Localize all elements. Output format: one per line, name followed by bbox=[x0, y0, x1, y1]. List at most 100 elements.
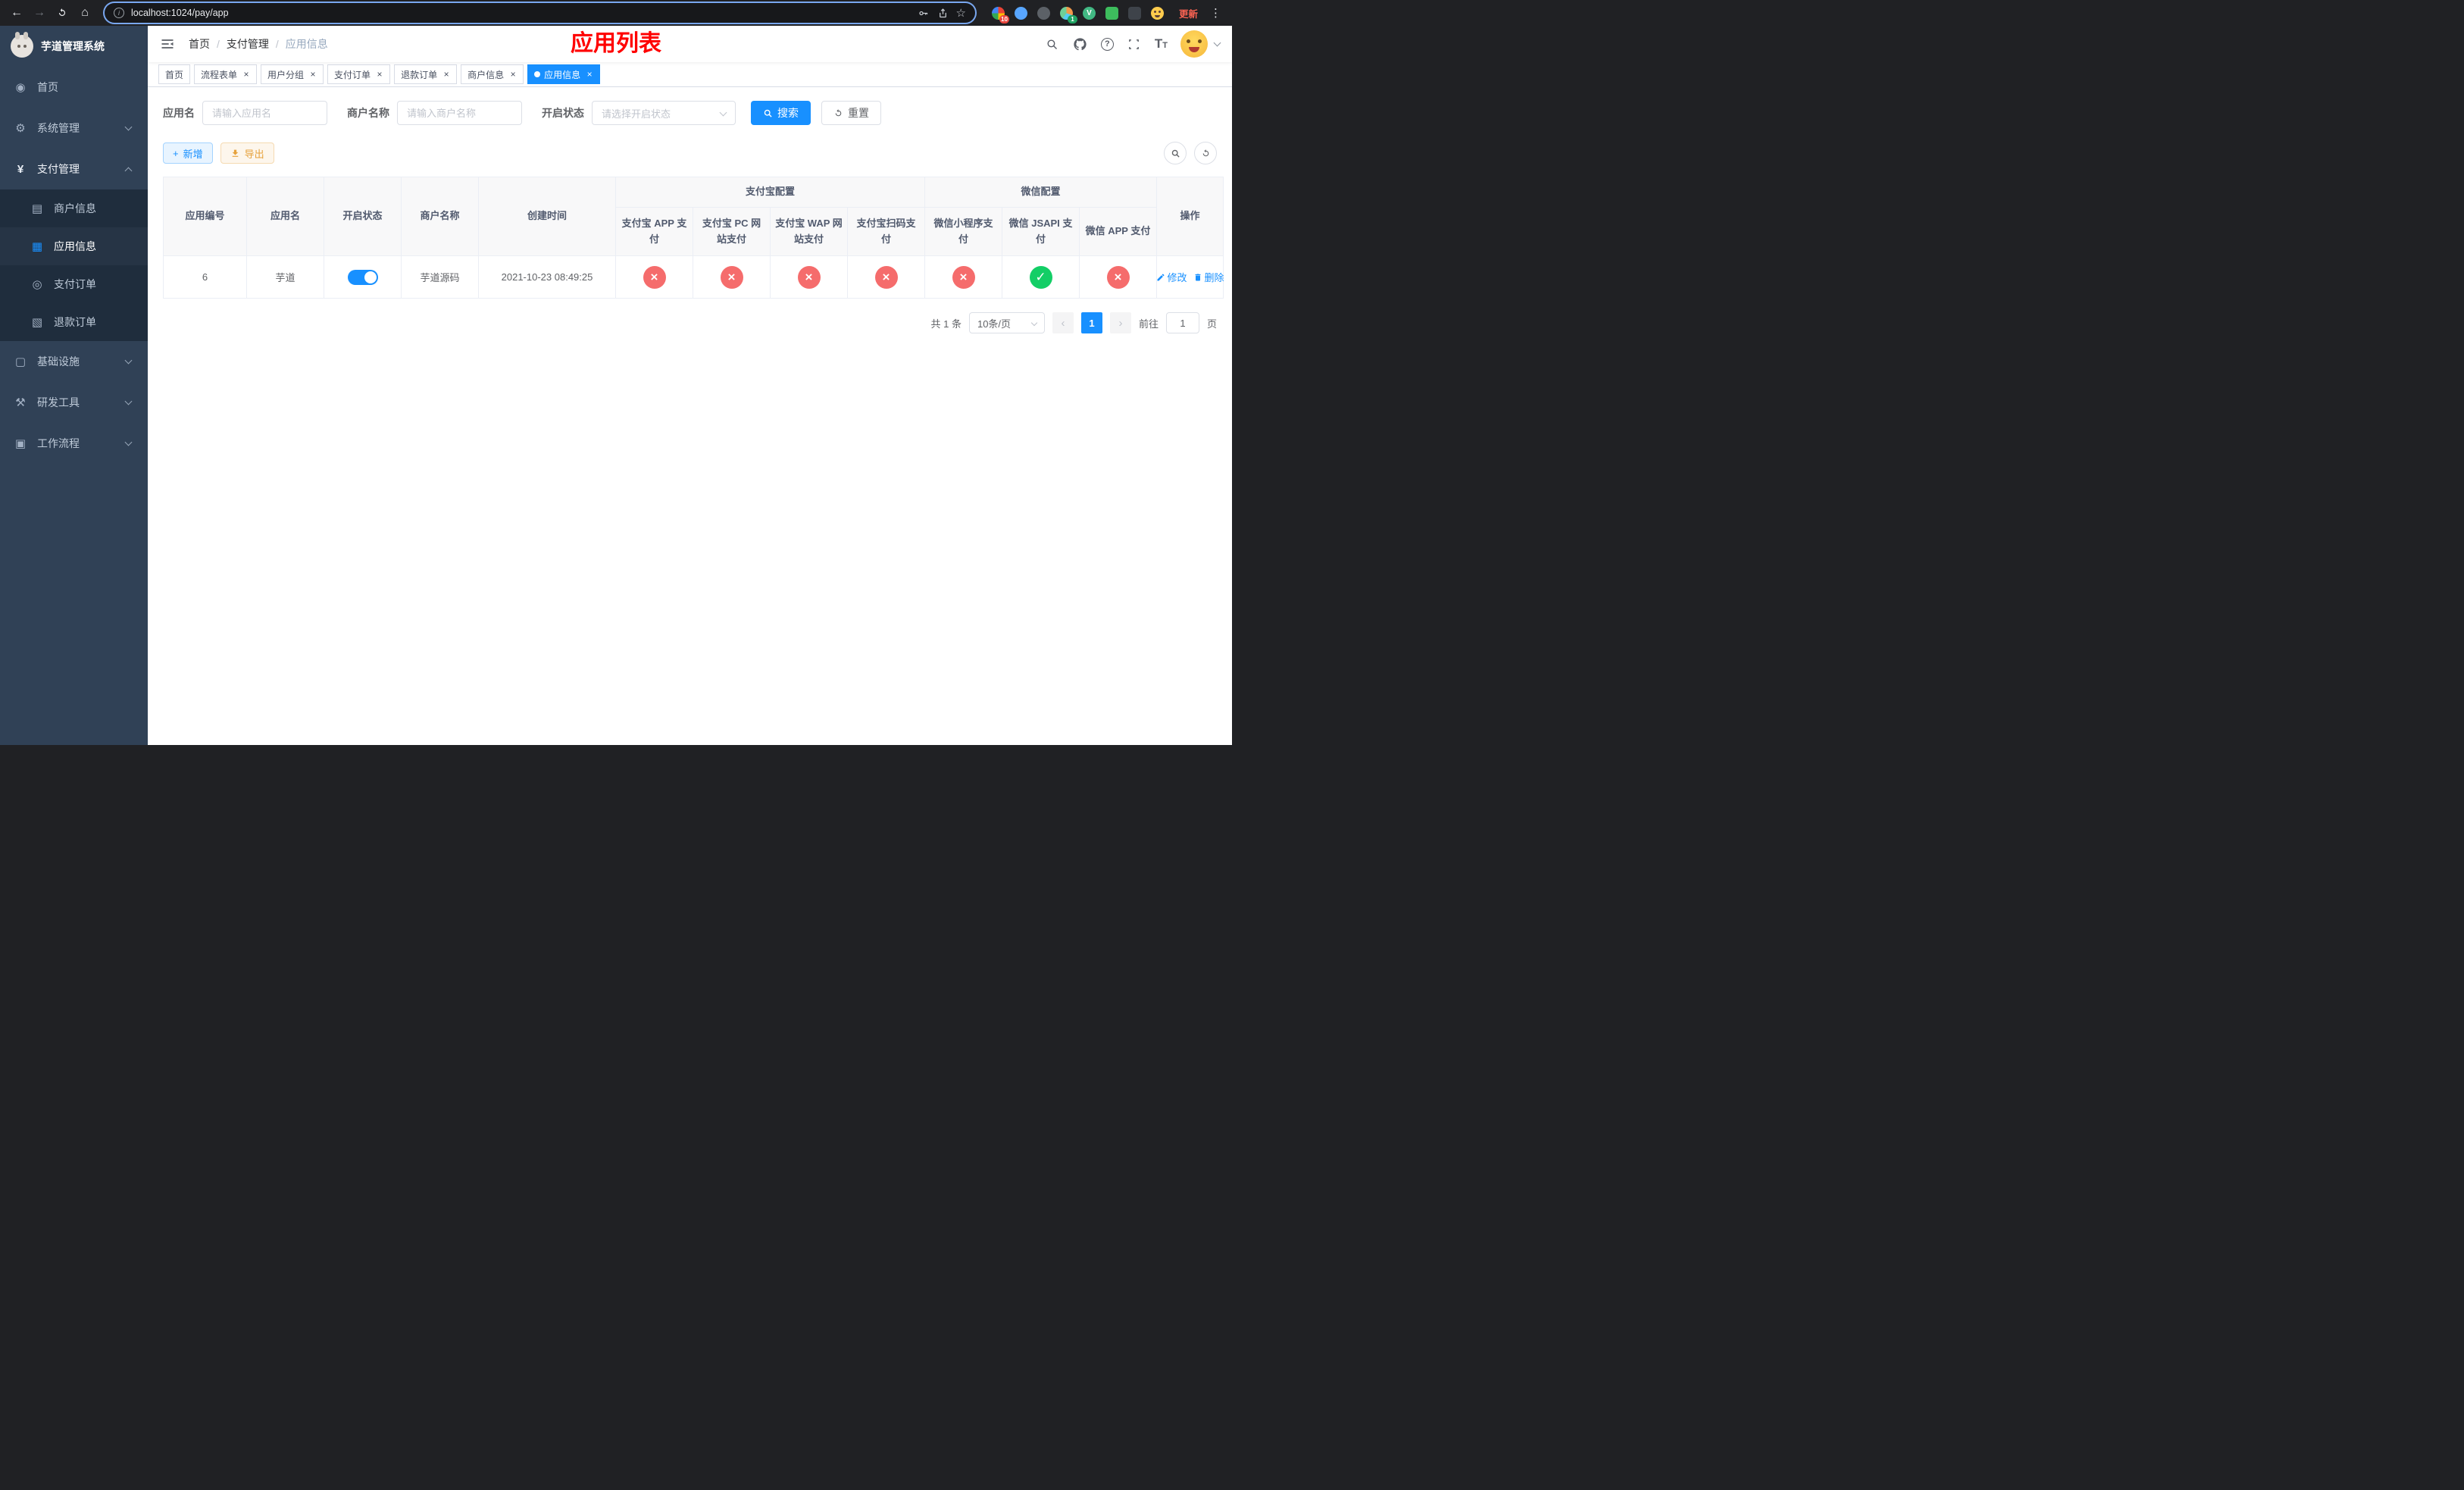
sidebar-item-refund-order[interactable]: ▧ 退款订单 bbox=[0, 303, 148, 341]
reload-icon bbox=[58, 8, 66, 17]
cell-app-name: 芋道 bbox=[246, 255, 324, 299]
github-icon[interactable] bbox=[1073, 36, 1088, 52]
page-size-value: 10条/页 bbox=[977, 318, 1012, 330]
dashboard-icon: ◉ bbox=[15, 81, 26, 94]
status-select[interactable]: 请选择开启状态 bbox=[592, 101, 736, 125]
cell-wechat-jsapi-status: ✓ bbox=[1002, 255, 1080, 299]
browser-menu-icon[interactable]: ⋮ bbox=[1205, 6, 1226, 20]
tab-退款订单[interactable]: 退款订单 × bbox=[394, 64, 458, 84]
toggle-search-button[interactable] bbox=[1164, 142, 1187, 164]
merchant-name-input[interactable] bbox=[397, 101, 522, 125]
forward-button[interactable]: → bbox=[29, 2, 50, 23]
cell-created: 2021-10-23 08:49:25 bbox=[478, 255, 616, 299]
tab-首页[interactable]: 首页 bbox=[158, 64, 191, 84]
search-icon[interactable] bbox=[1045, 36, 1060, 52]
sidebar-item-pay-order[interactable]: ◎ 支付订单 bbox=[0, 265, 148, 303]
export-button[interactable]: 导出 bbox=[220, 142, 274, 164]
tab-close-icon[interactable]: × bbox=[308, 69, 318, 80]
pagination: 共 1 条 10条/页 ‹ 1 › 前往 页 bbox=[163, 312, 1217, 333]
page-title: 应用列表 bbox=[571, 31, 661, 56]
breadcrumb: 首页 / 支付管理 / 应用信息 bbox=[189, 36, 328, 52]
share-icon[interactable] bbox=[937, 7, 949, 20]
page-number-button[interactable]: 1 bbox=[1080, 312, 1102, 333]
user-avatar[interactable] bbox=[1180, 30, 1208, 58]
reload-button[interactable] bbox=[52, 2, 73, 23]
search-button[interactable]: 搜索 bbox=[751, 101, 811, 125]
bank-card-icon: ▤ bbox=[31, 202, 43, 215]
col-header-alipay-wap: 支付宝 WAP 网站支付 bbox=[770, 207, 848, 256]
tab-流程表单[interactable]: 流程表单 × bbox=[194, 64, 258, 84]
extension-emoji-face[interactable] bbox=[1150, 6, 1164, 20]
sidebar-menu: ◉ 首页 ⚙ 系统管理 ¥ 支付管理 ▤ 商户信息 ▦ 应用信息 ◎ 支付订单 ▧ 退款订单 ▢ 基础设施 ⚒ 研… bbox=[0, 67, 148, 745]
page-size-select[interactable]: 10条/页 bbox=[968, 312, 1045, 333]
sidebar-item-workflow[interactable]: ▣ 工作流程 bbox=[0, 423, 148, 464]
disabled-cross-icon: × bbox=[1106, 265, 1130, 289]
delete-button[interactable]: 删除 bbox=[1193, 270, 1224, 284]
extension-dark-circle[interactable] bbox=[1037, 6, 1050, 20]
app-name-input[interactable] bbox=[202, 101, 327, 125]
gear-icon: ⚙ bbox=[15, 122, 26, 135]
app-logo[interactable]: 芋道管理系统 bbox=[0, 26, 148, 67]
sidebar-item-merchant-info[interactable]: ▤ 商户信息 bbox=[0, 189, 148, 227]
font-size-icon[interactable]: TT bbox=[1155, 36, 1168, 52]
password-key-icon[interactable] bbox=[917, 7, 930, 20]
address-bar[interactable]: i localhost:1024/pay/app ☆ bbox=[105, 3, 975, 23]
col-header-operations: 操作 bbox=[1156, 177, 1224, 256]
order-icon: ◎ bbox=[32, 278, 42, 291]
extension-water-drop[interactable] bbox=[1014, 6, 1027, 20]
sidebar-item-label: 系统管理 bbox=[37, 122, 80, 134]
extension-color-wheel[interactable]: 1 bbox=[1059, 6, 1077, 23]
extension-label: V bbox=[1087, 8, 1092, 17]
status-toggle[interactable] bbox=[347, 269, 378, 285]
sidebar-item-system[interactable]: ⚙ 系统管理 bbox=[0, 108, 148, 149]
col-group-wechat: 微信配置 bbox=[924, 177, 1158, 208]
breadcrumb-item[interactable]: 首页 bbox=[189, 36, 210, 52]
page-info-icon[interactable]: i bbox=[114, 8, 124, 18]
goto-page-input[interactable] bbox=[1165, 312, 1199, 333]
add-button[interactable]: + 新增 bbox=[163, 142, 213, 164]
tabs-bar: 首页 流程表单 × 用户分组 × 支付订单 × 退款订单 × 商户信息 × 应用信息 × bbox=[148, 62, 1232, 87]
reset-button[interactable]: 重置 bbox=[821, 101, 881, 125]
sidebar-item-label: 首页 bbox=[37, 81, 58, 93]
chevron-down-icon bbox=[124, 123, 133, 131]
sidebar-item-app-info[interactable]: ▦ 应用信息 bbox=[0, 227, 148, 265]
next-page-button[interactable]: › bbox=[1109, 312, 1131, 333]
fullscreen-icon[interactable] bbox=[1127, 36, 1142, 52]
url-text[interactable]: localhost:1024/pay/app bbox=[131, 8, 910, 18]
infrastructure-icon: ▢ bbox=[14, 355, 27, 368]
breadcrumb-item[interactable]: 支付管理 bbox=[227, 36, 269, 52]
sidebar-item-dev-tools[interactable]: ⚒ 研发工具 bbox=[0, 382, 148, 423]
sidebar-item-home[interactable]: ◉ 首页 bbox=[0, 67, 148, 108]
tab-close-icon[interactable]: × bbox=[508, 69, 518, 80]
chevron-up-icon bbox=[124, 167, 133, 174]
sidebar-item-payment[interactable]: ¥ 支付管理 bbox=[0, 149, 148, 189]
refresh-button[interactable] bbox=[1194, 142, 1217, 164]
tab-支付订单[interactable]: 支付订单 × bbox=[327, 64, 391, 84]
tab-close-icon[interactable]: × bbox=[241, 69, 252, 80]
sidebar-item-infrastructure[interactable]: ▢ 基础设施 bbox=[0, 341, 148, 382]
prev-page-button[interactable]: ‹ bbox=[1052, 312, 1074, 333]
tab-close-icon[interactable]: × bbox=[441, 69, 452, 80]
tab-close-icon[interactable]: × bbox=[374, 69, 385, 80]
goto-suffix-label: 页 bbox=[1206, 318, 1217, 330]
help-icon[interactable]: ? bbox=[1100, 37, 1114, 51]
extension-dark-square[interactable] bbox=[1127, 6, 1141, 20]
bookmark-star-icon[interactable]: ☆ bbox=[956, 6, 966, 20]
extension-badge: 10 bbox=[999, 14, 1009, 23]
tab-应用信息[interactable]: 应用信息 × bbox=[527, 64, 601, 84]
sidebar-toggle-button[interactable] bbox=[160, 36, 177, 52]
sidebar-item-label: 商户信息 bbox=[54, 202, 96, 214]
home-button[interactable]: ⌂ bbox=[74, 2, 95, 23]
sidebar: 芋道管理系统 ◉ 首页 ⚙ 系统管理 ¥ 支付管理 ▤ 商户信息 ▦ 应用信息 ◎ 支付订单 ▧ 退款订单… bbox=[0, 26, 148, 745]
tab-商户信息[interactable]: 商户信息 × bbox=[461, 64, 524, 84]
back-button[interactable]: ← bbox=[6, 2, 27, 23]
tab-用户分组[interactable]: 用户分组 × bbox=[261, 64, 324, 84]
extension-green-chat[interactable] bbox=[1105, 6, 1118, 20]
tab-close-icon[interactable]: × bbox=[584, 69, 595, 80]
extension-vue-devtools[interactable]: V bbox=[1082, 6, 1096, 20]
browser-update-button[interactable]: 更新 bbox=[1173, 6, 1204, 20]
hamburger-icon bbox=[161, 39, 174, 49]
edit-button[interactable]: 修改 bbox=[1156, 270, 1187, 284]
cell-alipay-qr-status: × bbox=[846, 255, 926, 299]
extension-puzzle[interactable]: 10 bbox=[991, 6, 1009, 23]
